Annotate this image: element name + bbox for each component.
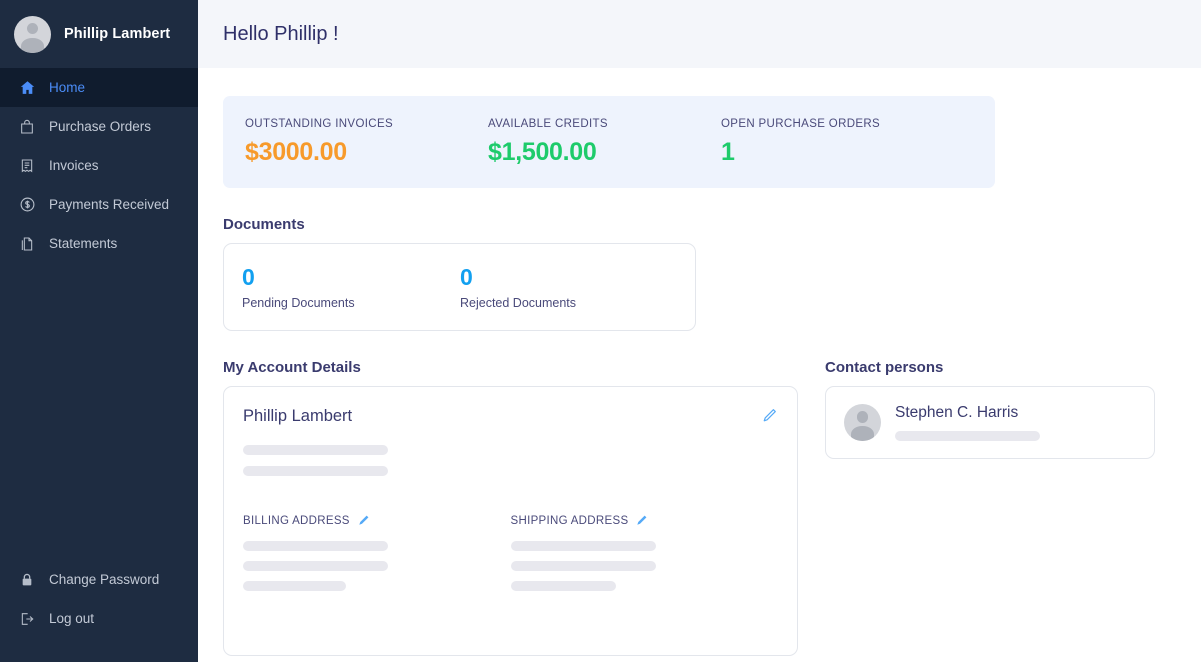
sidebar-item-label: Home [49, 80, 86, 95]
stat-label: OUTSTANDING INVOICES [245, 117, 393, 130]
topbar: Hello Phillip ! [198, 0, 1201, 68]
skeleton-line [243, 466, 388, 476]
content-area: OUTSTANDING INVOICES $3000.00 AVAILABLE … [198, 68, 1201, 662]
sidebar-item-label: Change Password [49, 572, 160, 587]
sidebar-item-home[interactable]: Home [0, 68, 198, 107]
account-card-header: Phillip Lambert [243, 407, 778, 426]
edit-account-pencil-icon[interactable] [761, 407, 778, 424]
stat-outstanding-invoices: OUTSTANDING INVOICES $3000.00 [245, 118, 488, 167]
user-avatar-icon [844, 404, 881, 441]
stat-value: $3000.00 [245, 137, 347, 166]
sidebar-item-label: Payments Received [49, 197, 170, 212]
app-root: Phillip Lambert Home Purchase Orders Inv… [0, 0, 1201, 662]
sidebar-item-label: Purchase Orders [49, 119, 152, 134]
sidebar-item-label: Invoices [49, 158, 99, 173]
lower-section: My Account Details Phillip Lambert BILLI… [223, 331, 1176, 656]
skeleton-line [510, 581, 616, 591]
lock-icon [18, 571, 36, 589]
contact-person-info: Stephen C. Harris [895, 404, 1136, 441]
shopping-bag-icon [18, 118, 36, 136]
account-column: My Account Details Phillip Lambert BILLI… [223, 331, 798, 656]
shipping-address-block: SHIPPING ADDRESS [510, 514, 779, 591]
skeleton-line [895, 431, 1040, 441]
stat-label: AVAILABLE CREDITS [488, 117, 608, 130]
billing-address-label: BILLING ADDRESS [243, 514, 511, 527]
pending-documents-stat[interactable]: 0 Pending Documents [242, 264, 460, 310]
sidebar-nav: Home Purchase Orders Invoices Payments R… [0, 68, 198, 263]
billing-address-text: BILLING ADDRESS [243, 514, 350, 527]
sidebar-username: Phillip Lambert [64, 26, 171, 42]
edit-shipping-address-pencil-icon[interactable] [635, 514, 648, 527]
sidebar-item-payments-received[interactable]: Payments Received [0, 185, 198, 224]
skeleton-line [510, 541, 656, 551]
addresses-row: BILLING ADDRESS SHIPPING ADDRESS [243, 514, 778, 591]
user-avatar-icon [14, 15, 51, 53]
sidebar-item-change-password[interactable]: Change Password [0, 560, 198, 599]
sidebar-item-purchase-orders[interactable]: Purchase Orders [0, 107, 198, 146]
documents-card: 0 Pending Documents 0 Rejected Documents [223, 243, 696, 331]
home-icon [18, 79, 36, 97]
stat-value: $1,500.00 [488, 137, 597, 166]
account-detail-placeholders [243, 445, 778, 476]
sidebar-bottom-nav: Change Password Log out [0, 560, 198, 662]
account-section-title: My Account Details [223, 359, 361, 376]
sidebar-item-label: Statements [49, 236, 118, 251]
stat-label: OPEN PURCHASE ORDERS [721, 117, 881, 130]
billing-address-placeholders [243, 541, 511, 591]
skeleton-line [243, 581, 346, 591]
rejected-documents-stat[interactable]: 0 Rejected Documents [460, 264, 576, 310]
contact-person-name: Stephen C. Harris [895, 404, 1019, 421]
sidebar-item-statements[interactable]: Statements [0, 224, 198, 263]
account-holder-name: Phillip Lambert [243, 407, 353, 425]
shipping-address-label: SHIPPING ADDRESS [511, 514, 779, 527]
account-details-card: Phillip Lambert BILLING ADDRESS SHIPPING… [223, 386, 798, 656]
page-title: Hello Phillip ! [223, 22, 339, 45]
contacts-section-title: Contact persons [825, 359, 944, 376]
sidebar-item-log-out[interactable]: Log out [0, 599, 198, 638]
rejected-documents-count: 0 [460, 264, 473, 290]
documents-section-title: Documents [223, 216, 305, 233]
dollar-circle-icon [18, 196, 36, 214]
shipping-address-text: SHIPPING ADDRESS [510, 514, 629, 527]
edit-billing-address-pencil-icon[interactable] [357, 514, 370, 527]
summary-stats-band: OUTSTANDING INVOICES $3000.00 AVAILABLE … [223, 96, 995, 188]
pending-documents-label: Pending Documents [242, 296, 355, 310]
sidebar: Phillip Lambert Home Purchase Orders Inv… [0, 0, 198, 662]
skeleton-line [510, 561, 656, 571]
skeleton-line [243, 445, 388, 455]
receipt-icon [18, 157, 36, 175]
sidebar-user-header[interactable]: Phillip Lambert [0, 0, 198, 68]
skeleton-line [243, 541, 388, 551]
sidebar-item-invoices[interactable]: Invoices [0, 146, 198, 185]
main-content: Hello Phillip ! OUTSTANDING INVOICES $30… [198, 0, 1201, 662]
contact-person-card[interactable]: Stephen C. Harris [825, 386, 1155, 459]
stat-value: 1 [721, 137, 735, 166]
shipping-address-placeholders [510, 541, 779, 591]
document-copy-icon [18, 235, 36, 253]
sidebar-item-label: Log out [49, 611, 95, 626]
contacts-column: Contact persons Stephen C. Harris [825, 331, 1155, 656]
billing-address-block: BILLING ADDRESS [243, 514, 511, 591]
stat-available-credits: AVAILABLE CREDITS $1,500.00 [488, 118, 721, 167]
skeleton-line [243, 561, 388, 571]
stat-open-purchase-orders: OPEN PURCHASE ORDERS 1 [721, 118, 880, 167]
pending-documents-count: 0 [242, 264, 255, 290]
logout-icon [18, 610, 36, 628]
rejected-documents-label: Rejected Documents [460, 296, 577, 310]
